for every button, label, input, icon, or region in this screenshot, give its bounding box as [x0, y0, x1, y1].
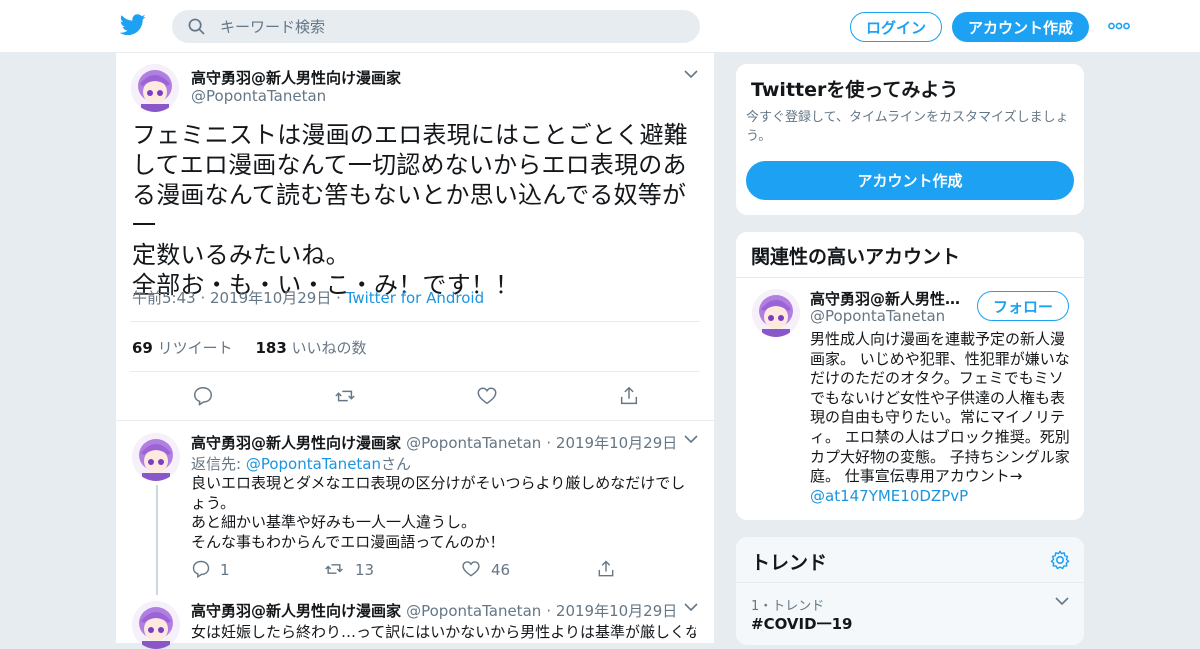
reply-to-link[interactable]: @PopontaTanetan: [246, 455, 381, 473]
like-icon[interactable]: [476, 385, 498, 407]
tweet-separator: [116, 420, 714, 421]
account-bio: 男性成人向け漫画を連載予定の新人漫 画家。 いじめや犯罪、性犯罪が嫌いな だけの…: [810, 330, 1072, 506]
tweet-time[interactable]: 午前5:43 · 2019年10月29日: [132, 289, 331, 307]
signup-card-title: Twitterを使ってみよう: [751, 79, 959, 101]
share-icon[interactable]: [618, 385, 640, 407]
like-count: 46: [491, 561, 511, 579]
retweet-label: リツイート: [157, 339, 233, 357]
avatar-image: [131, 64, 179, 112]
reply-text: 良いエロ表現とダメなエロ表現の区分けがそいつらより厳しめなだけでし ょう。 あと…: [191, 474, 686, 551]
settings-icon[interactable]: [1049, 549, 1071, 571]
reply-header: 高守勇羽@新人男性向け漫画家 @PopontaTanetan · 2019年10…: [191, 432, 677, 453]
divider: [736, 277, 1084, 278]
author-handle[interactable]: @PopontaTanetan: [191, 87, 326, 105]
signup-card: Twitterを使ってみよう 今すぐ登録して、タイムラインをカスタマイズしましょ…: [735, 63, 1085, 216]
share-icon[interactable]: [596, 559, 616, 579]
trend-rank: 1・トレンド: [751, 599, 825, 614]
reply-context: 返信先: @PopontaTanetanさん: [191, 453, 411, 474]
tweet-date[interactable]: · 2019年10月29日: [546, 434, 677, 452]
retweet-count: 13: [355, 561, 375, 579]
chevron-down-icon[interactable]: [684, 435, 698, 444]
author-name[interactable]: 高守勇羽@新人男性向け漫画家: [191, 67, 401, 88]
thread-line: [156, 485, 158, 595]
signup-card-button[interactable]: アカウント作成: [746, 161, 1074, 200]
reply-header: 高守勇羽@新人男性向け漫画家 @PopontaTanetan · 2019年10…: [191, 600, 677, 621]
divider: [130, 321, 700, 322]
retweet-icon[interactable]: [324, 559, 344, 579]
divider: [736, 582, 1084, 583]
chevron-down-icon[interactable]: [684, 603, 698, 612]
avatar-image: [132, 433, 180, 481]
tweet-date[interactable]: · 2019年10月29日: [546, 602, 677, 620]
top-navigation-bar: ログイン アカウント作成: [0, 0, 1200, 53]
reply-prefix: 返信先:: [191, 455, 242, 473]
avatar-image: [752, 289, 800, 337]
related-accounts-card: 関連性の高いアカウント 高守勇羽@新人男性… @PopontaTanetan フ…: [735, 231, 1085, 521]
account-handle[interactable]: @PopontaTanetan: [810, 307, 945, 325]
like-icon[interactable]: [461, 559, 481, 579]
author-name[interactable]: 高守勇羽@新人男性向け漫画家: [191, 602, 401, 620]
meta-separator: ·: [331, 289, 346, 307]
avatar-image: [132, 601, 180, 649]
reply-suffix: さん: [381, 455, 412, 473]
bio-text: 男性成人向け漫画を連載予定の新人漫 画家。 いじめや犯罪、性犯罪が嫌いな だけの…: [810, 330, 1070, 486]
tweet-stats: 69 リツイート 183 いいねの数: [132, 337, 367, 358]
search-input[interactable]: [220, 10, 680, 43]
main-timeline: 高守勇羽@新人男性向け漫画家 @PopontaTanetan フェミニストは漫画…: [115, 53, 715, 649]
avatar[interactable]: [132, 433, 180, 481]
tweet-source-link[interactable]: Twitter for Android: [346, 289, 484, 307]
avatar[interactable]: [752, 289, 800, 337]
reply-text: 女は妊娠したら終わり…って訳にはいかないから男性よりは基準が厳しくな: [191, 623, 696, 641]
author-handle[interactable]: @PopontaTanetan: [406, 602, 541, 620]
search-icon: [188, 18, 205, 35]
reply-icon[interactable]: [192, 385, 214, 407]
author-name[interactable]: 高守勇羽@新人男性向け漫画家: [191, 434, 401, 452]
retweet-icon[interactable]: [334, 385, 356, 407]
trends-title: トレンド: [751, 552, 828, 574]
reply-count: 1: [220, 561, 230, 579]
related-title: 関連性の高いアカウント: [751, 246, 961, 268]
account-name[interactable]: 高守勇羽@新人男性…: [810, 288, 960, 309]
tweet-meta: 午前5:43 · 2019年10月29日 · Twitter for Andro…: [132, 287, 484, 308]
avatar[interactable]: [132, 601, 180, 649]
signup-card-description: 今すぐ登録して、タイムラインをカスタマイズしましょ う。: [746, 110, 1069, 144]
reply-icon[interactable]: [191, 559, 211, 579]
search-box[interactable]: [172, 10, 700, 43]
twitter-bird-icon[interactable]: [120, 14, 146, 36]
chevron-down-icon[interactable]: [1055, 597, 1069, 606]
follow-button[interactable]: フォロー: [977, 291, 1069, 321]
divider: [130, 371, 700, 372]
more-icon[interactable]: [1108, 20, 1130, 32]
retweet-count[interactable]: 69: [132, 339, 153, 357]
like-count[interactable]: 183: [255, 339, 286, 357]
login-button[interactable]: ログイン: [850, 12, 942, 42]
tweet-text: フェミニストは漫画のエロ表現にはことごとく避難 してエロ漫画なんて一切認めないか…: [132, 121, 688, 299]
author-handle[interactable]: @PopontaTanetan: [406, 434, 541, 452]
avatar[interactable]: [131, 64, 179, 112]
trend-name[interactable]: #COVID一19: [751, 613, 852, 634]
chevron-down-icon[interactable]: [684, 70, 698, 79]
like-label: いいねの数: [291, 339, 367, 357]
bio-link[interactable]: @at147YME10DZPvP: [810, 487, 968, 505]
signup-button[interactable]: アカウント作成: [952, 12, 1089, 42]
